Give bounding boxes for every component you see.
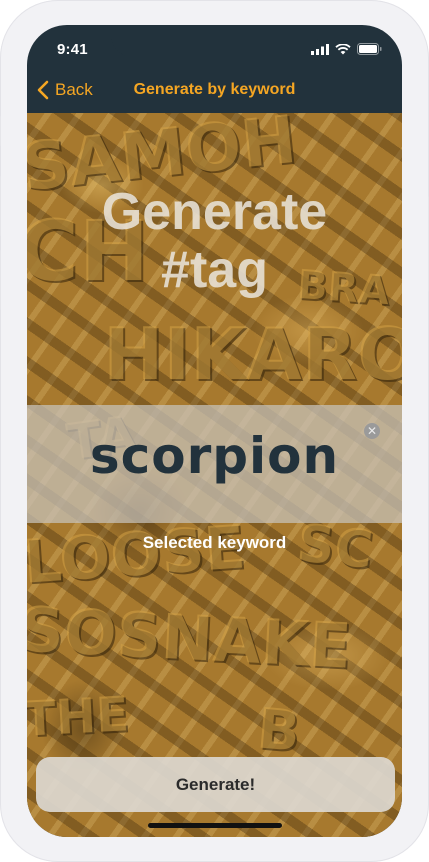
graffiti-word: SOSNAKE <box>27 592 353 683</box>
keyword-display: scorpion ✕ <box>27 405 402 523</box>
headline-line-2: #tag <box>161 241 268 299</box>
side-button-volume-up <box>0 176 1 236</box>
app-screen: SAMOH CH BRA HIKARO TA LOOSE SC SOSNAKE … <box>27 25 402 837</box>
status-icons <box>311 43 382 55</box>
wifi-icon <box>335 43 351 54</box>
generate-button[interactable]: Generate! <box>36 757 395 812</box>
side-button-volume-down <box>0 250 1 310</box>
side-button-silent <box>0 116 1 146</box>
graffiti-wall-image: SAMOH CH BRA HIKARO TA LOOSE SC SOSNAKE … <box>27 113 402 837</box>
keyword-caption: Selected keyword <box>142 533 287 552</box>
graffiti-word: LOOSE <box>27 512 248 598</box>
page-headline: Generate #tag <box>27 183 402 299</box>
graffiti-word: B <box>254 696 303 765</box>
generate-button-label: Generate! <box>175 774 256 794</box>
status-time: 9:41 <box>57 41 88 58</box>
page-title: Generate by keyword <box>133 81 296 98</box>
clear-keyword-button[interactable]: ✕ <box>364 423 380 439</box>
keyword-value: scorpion <box>89 427 340 485</box>
graffiti-word: HIKARO <box>103 312 402 396</box>
battery-icon <box>357 43 382 55</box>
phone-frame: SAMOH CH BRA HIKARO TA LOOSE SC SOSNAKE … <box>0 0 429 862</box>
x-circle-icon: ✕ <box>366 424 378 438</box>
home-indicator[interactable] <box>148 823 282 828</box>
display-notch <box>111 25 318 57</box>
headline-line-1: Generate <box>101 183 328 241</box>
navigation-bar: Back Generate by keyword <box>27 69 402 113</box>
graffiti-word: THE <box>27 686 131 748</box>
